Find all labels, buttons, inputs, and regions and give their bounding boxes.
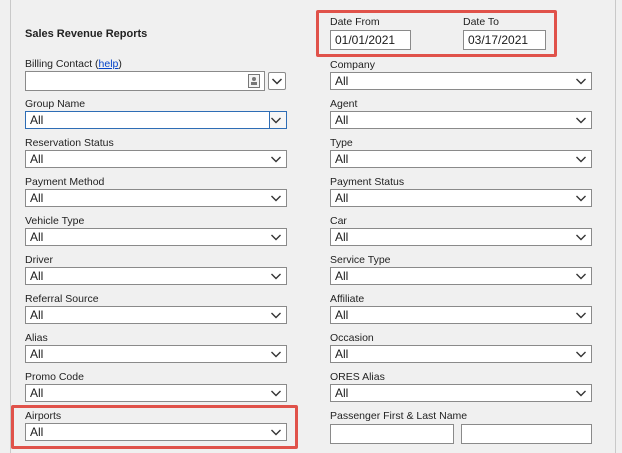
airports-value: All [30,425,44,439]
vehicle-type-select[interactable]: All [25,228,287,246]
group-name-value: All [30,113,44,127]
alias-label: Alias [25,332,48,344]
occasion-value: All [335,347,349,361]
service-type-value: All [335,269,349,283]
date-to-value: 03/17/2021 [468,33,529,47]
date-to-input[interactable]: 03/17/2021 [463,30,546,50]
chevron-down-icon [576,273,586,280]
group-name-dropdown-button[interactable] [269,112,286,128]
payment-status-value: All [335,191,349,205]
referral-source-select[interactable]: All [25,306,287,324]
alias-value: All [30,347,44,361]
airports-select[interactable]: All [25,423,287,441]
passenger-last-name-input[interactable] [461,424,592,444]
car-label: Car [330,215,347,227]
alias-select[interactable]: All [25,345,287,363]
chevron-down-icon [271,234,281,241]
occasion-label: Occasion [330,332,374,344]
chevron-down-icon [576,156,586,163]
type-label: Type [330,137,353,149]
payment-method-value: All [30,191,44,205]
contact-card-icon[interactable] [246,73,262,89]
chevron-down-icon [576,195,586,202]
group-name-label: Group Name [25,98,86,110]
promo-code-label: Promo Code [25,371,84,383]
date-to-label: Date To [463,16,499,28]
chevron-down-icon [271,273,281,280]
chevron-down-icon [576,234,586,241]
ores-alias-select[interactable]: All [330,384,592,402]
referral-source-value: All [30,308,44,322]
chevron-down-icon [576,117,586,124]
agent-select[interactable]: All [330,111,592,129]
company-label: Company [330,59,375,71]
date-from-value: 01/01/2021 [335,33,396,47]
payment-status-label: Payment Status [330,176,405,188]
promo-code-value: All [30,386,44,400]
billing-contact-input[interactable] [25,71,265,91]
company-select[interactable]: All [330,72,592,90]
payment-method-label: Payment Method [25,176,105,188]
occasion-select[interactable]: All [330,345,592,363]
billing-contact-label-end: ) [118,58,122,70]
type-select[interactable]: All [330,150,592,168]
date-from-input[interactable]: 01/01/2021 [330,30,411,50]
reservation-status-select[interactable]: All [25,150,287,168]
chevron-down-icon [271,429,281,436]
type-value: All [335,152,349,166]
promo-code-select[interactable]: All [25,384,287,402]
vehicle-type-value: All [30,230,44,244]
chevron-down-icon [271,390,281,397]
affiliate-label: Affiliate [330,293,365,305]
chevron-down-icon [576,390,586,397]
vehicle-type-label: Vehicle Type [25,215,85,227]
passenger-first-name-input[interactable] [330,424,454,444]
chevron-down-icon [271,156,281,163]
billing-contact-label-text: Billing Contact ( [25,58,99,70]
affiliate-value: All [335,308,349,322]
agent-value: All [335,113,349,127]
reservation-status-value: All [30,152,44,166]
service-type-label: Service Type [330,254,391,266]
billing-dropdown-button[interactable] [268,72,286,90]
page-title: Sales Revenue Reports [25,28,148,40]
driver-value: All [30,269,44,283]
chevron-down-icon [576,351,586,358]
date-from-label: Date From [330,16,380,28]
chevron-down-icon [271,78,283,85]
billing-contact-label: Billing Contact (help) [25,58,122,70]
chevron-down-icon [271,195,281,202]
payment-method-select[interactable]: All [25,189,287,207]
driver-label: Driver [25,254,53,266]
chevron-down-icon [271,351,281,358]
affiliate-select[interactable]: All [330,306,592,324]
ores-alias-value: All [335,386,349,400]
ores-alias-label: ORES Alias [330,371,385,383]
chevron-down-icon [271,312,281,319]
driver-select[interactable]: All [25,267,287,285]
referral-source-label: Referral Source [25,293,99,305]
service-type-select[interactable]: All [330,267,592,285]
agent-label: Agent [330,98,358,110]
reservation-status-label: Reservation Status [25,137,114,149]
company-value: All [335,74,349,88]
chevron-down-icon [576,78,586,85]
airports-label: Airports [25,410,62,422]
help-link[interactable]: help [99,58,119,70]
payment-status-select[interactable]: All [330,189,592,207]
car-select[interactable]: All [330,228,592,246]
chevron-down-icon [271,117,281,124]
chevron-down-icon [576,312,586,319]
group-name-select[interactable]: All [25,111,287,129]
car-value: All [335,230,349,244]
passenger-name-label: Passenger First & Last Name [330,410,468,422]
